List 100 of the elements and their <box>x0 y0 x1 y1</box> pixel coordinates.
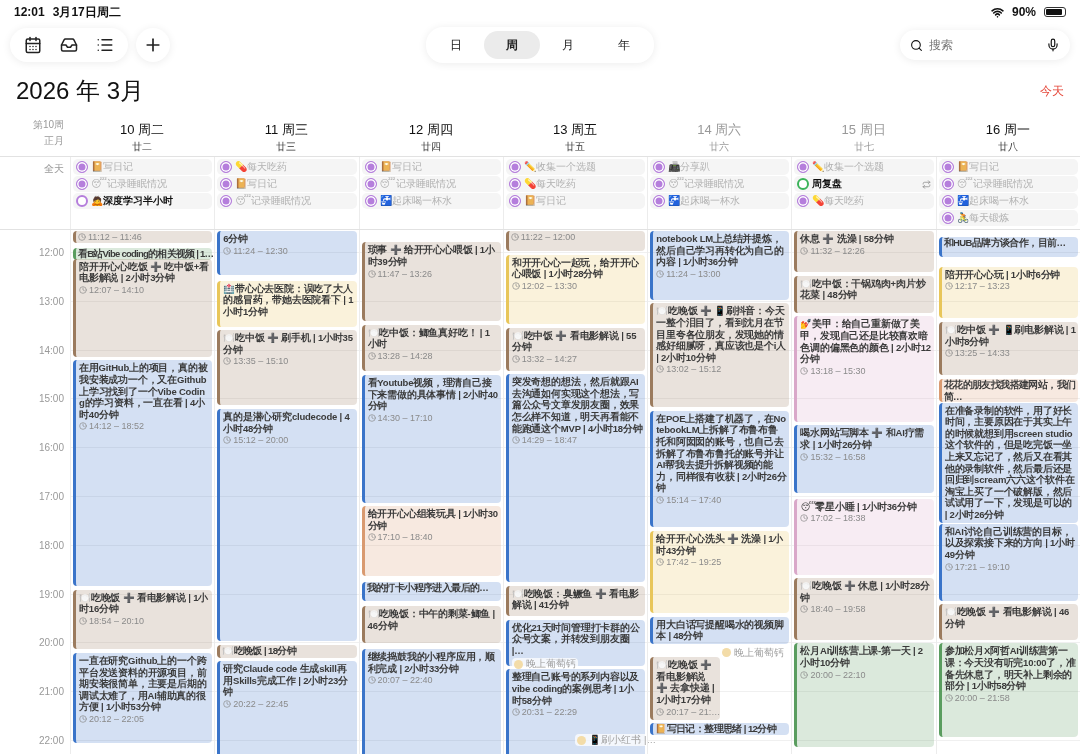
task-checkbox[interactable] <box>364 178 377 190</box>
event-card[interactable]: notebook LM上总结并提炼，然后自己学习再转化为自己的内容 | 1小时36分钟 11:24 – 13:00 <box>650 231 790 300</box>
event-card[interactable]: 🏥带心心去医院：误吃了大人的感冒药，带她去医院看下 | 1小时1分钟 <box>217 280 357 327</box>
event-card[interactable]: 休息 ➕ 洗澡 | 58分钟 11:32 – 12:26 <box>794 231 934 273</box>
view-tab[interactable]: 月 <box>540 31 596 59</box>
event-card[interactable]: 🍽吃晚饭 ➕ 休息 | 1小时28分钟 18:40 – 19:58 <box>794 578 934 640</box>
clock-icon <box>511 436 520 445</box>
event-card[interactable]: 🍽吃中饭 ➕ 📱刷电影解说 | 1小时8分钟 13:25 – 14:33 <box>938 322 1078 376</box>
lunar-date: 廿八 <box>997 139 1018 154</box>
event-card[interactable]: 💅美甲：给自己重新做了美甲，发现自己还是比较喜欢暗色调的偏黑色的颜色 | 2小时12分钟 13:18 – 15:30 <box>794 316 934 422</box>
task-checkbox[interactable] <box>508 178 521 190</box>
task-checkbox[interactable] <box>508 161 521 173</box>
event-card[interactable]: 陪开开心心吃饭 ➕ 吃中饭+看电影解说 | 2小时3分钟 12:07 – 14:10 <box>73 258 213 357</box>
event-title: 和HUB品牌方谈合作，目前… <box>943 236 1066 249</box>
event-card[interactable]: 喝水网站写脚本 ➕ 和AI疗需求 | 1小时26分钟 15:32 – 16:58 <box>794 425 934 494</box>
event-card[interactable]: 继续捣鼓我的小程序应用，顺利完成 | 2小时33分钟 20:07 – 22:40 <box>361 649 501 754</box>
day-date[interactable]: 13 周五 <box>552 120 598 139</box>
event-card[interactable]: 🍽吃晚饭 ➕ 📱刷抖音：今天一整个泪目了，看到沈月在节目里夸各位朋友，发现她的情感好细腻呀，真应该也是个i人 | 2小时10分钟 13:02 – 15:12 <box>650 303 790 408</box>
event-card[interactable]: 🍽吃晚饭：臭鳜鱼 ➕ 看电影解说 | 41分钟 <box>505 585 646 617</box>
event-card[interactable]: 看Youtube视频，理清自己接下来需做的具体事情 | 2小时40分钟 14:30 – 17:10 <box>361 374 501 504</box>
view-tab[interactable]: 周 <box>484 31 540 59</box>
status-date: 3月17日周二 <box>52 3 121 21</box>
event-card[interactable]: 一直在研究Github上的一个跨平台发送资料的开源项目，前期安装很简单，主要是后期的调试太难了，用AI辅助真的很方便 | 1小时53分钟 20:12 – 22:05 <box>73 653 213 743</box>
event-title: 研究Claude code 生成skill再用Skills完成工作 | 2小时23分钟 <box>223 663 349 699</box>
task-checkbox[interactable] <box>941 212 954 224</box>
calendar-icon[interactable] <box>24 36 42 54</box>
task-checkbox[interactable] <box>220 161 233 173</box>
event-card[interactable]: 🍽吃中饭 ➕ 刷手机 | 1小时35分钟 13:35 – 15:10 <box>217 330 357 406</box>
event-card[interactable]: 🍽吃晚饭 ➕ 看电影解说 ➕ 去拿快递 | 1小时17分钟 20:17 – 21:… <box>650 657 720 720</box>
event-card[interactable]: 用大白话写提醒喝水的视频脚本 | 48分钟 <box>650 616 790 644</box>
event-card[interactable]: 琐事 ➕ 给开开心心喂饭 | 1小时39分钟 11:47 – 13:26 <box>361 242 501 321</box>
inbox-icon[interactable] <box>60 36 78 54</box>
clock-icon <box>800 246 809 255</box>
event-time: 20:12 – 22:05 <box>79 713 145 726</box>
hour-label: 14:00 <box>38 344 64 356</box>
clock-icon <box>944 562 953 571</box>
clock-icon <box>79 715 87 724</box>
event-card[interactable]: 🍽吃中饭：鲫鱼真好吃！ | 1小时 13:28 – 14:28 <box>361 324 501 372</box>
task-checkbox[interactable] <box>364 195 377 207</box>
event-title: 🍽吃晚饭 | 18分钟 <box>222 645 297 657</box>
task-checkbox[interactable] <box>941 161 954 173</box>
add-button[interactable] <box>136 28 170 62</box>
event-card[interactable]: 参加松月X阿哲AI训练营第一课：今天没有听完10:00了，准备先休息了，明天补上剩余的部分 | 1小时58分钟 20:00 – 21:58 <box>938 643 1078 738</box>
event-card[interactable]: 🍽吃中饭：干锅鸡肉+肉片炒花菜 | 48分钟 <box>794 275 934 313</box>
task-checkbox[interactable] <box>941 195 954 207</box>
event-title: 真的是潜心研究cludecode | 4小时48分钟 <box>223 411 351 435</box>
event-card[interactable]: 🍽吃晚饭 ➕ 看电影解说 | 1小时16分钟 18:54 – 20:10 <box>73 589 213 650</box>
event-title: 陪开开心心吃饭 ➕ 吃中饭+看电影解说 | 2小时3分钟 <box>79 260 210 284</box>
search-field[interactable]: 搜索 <box>929 36 1040 54</box>
hour-label: 12:00 <box>38 246 64 258</box>
day-date[interactable]: 16 周一 <box>985 120 1030 139</box>
event-card[interactable]: 和AI讨论自己训练营的目标，以及探索接下来的方向 | 1小时49分钟 17:21 – 19:10 <box>938 523 1078 601</box>
view-tab[interactable]: 年 <box>596 31 652 59</box>
event-card[interactable]: 和开开心心一起玩，给开开心心喂饭 | 1小时28分钟 12:02 – 13:30 <box>505 254 646 325</box>
day-date[interactable]: 12 周四 <box>408 120 453 139</box>
task-checkbox[interactable] <box>797 178 810 190</box>
event-title: 继续捣鼓我的小程序应用，顺利完成 | 2小时33分钟 <box>367 651 496 675</box>
event-card[interactable]: 真的是潜心研究cludecode | 4小时48分钟 15:12 – 20:00 <box>217 409 357 642</box>
clock-icon <box>223 700 232 709</box>
task-checkbox[interactable] <box>76 178 88 190</box>
reminder-dot-icon <box>577 735 587 745</box>
event-card[interactable]: 在POE上搭建了机器了，在NotebookLM上拆解了布鲁布鲁托和阿囡囡的账号，也自己去拆解了布鲁布鲁托的账号并让AI帮我去提升拆解视频的能力，同样很有收获 | 2小时26分钟 15:14 – 17:40 <box>650 410 790 528</box>
event-time: 12:02 – 13:30 <box>511 279 577 292</box>
day-date[interactable]: 10 周二 <box>120 120 165 139</box>
list-icon[interactable] <box>96 36 114 54</box>
event-card[interactable]: 给开开心心组装玩具 | 1小时30分钟 17:10 – 18:40 <box>361 505 501 577</box>
all-day-task[interactable]: 🙇深度学习半小时 <box>73 193 213 209</box>
task-checkbox[interactable] <box>76 195 88 207</box>
task-checkbox[interactable] <box>797 161 810 173</box>
status-time: 12:01 <box>14 5 45 19</box>
lunar-date: 廿三 <box>276 139 297 154</box>
event-card[interactable]: 🍽吃晚饭 ➕ 看电影解说 | 46分钟 <box>938 604 1078 640</box>
event-title: 在用GitHub上的项目，真的被我安装成功一个，又在Github上学习找到了一个Vibe Coding的学习资料，一直在看 | 4小时40分钟 <box>79 362 209 421</box>
task-checkbox[interactable] <box>508 195 521 207</box>
event-card[interactable]: 🍽吃晚饭 | 18分钟 <box>217 645 357 658</box>
view-tab[interactable]: 日 <box>428 31 484 59</box>
event-card[interactable]: 和HUB品牌方谈合作，目前… <box>938 236 1078 258</box>
event-card[interactable]: 🍽吃晚饭：中午的剩菜-鲫鱼 | 46分钟 <box>361 605 501 643</box>
event-card[interactable]: 我的打卡小程序进入最后的… <box>361 581 501 601</box>
today-button[interactable]: 今天 <box>1040 82 1064 100</box>
task-checkbox[interactable] <box>941 178 954 190</box>
task-checkbox[interactable] <box>76 161 88 173</box>
day-date[interactable]: 11 周三 <box>264 120 308 139</box>
event-card[interactable]: 陪开开心心玩 | 1小时6分钟 12:17 – 13:23 <box>938 266 1078 319</box>
event-card[interactable]: 🍽吃中饭 ➕ 看电影解说 | 55分钟 13:32 – 14:27 <box>505 327 646 371</box>
task-checkbox[interactable] <box>797 195 810 207</box>
clock-icon <box>223 357 232 366</box>
task-checkbox[interactable] <box>220 178 233 190</box>
event-card[interactable]: 6分钟 11:24 – 12:30 <box>217 231 357 276</box>
event-card[interactable]: 在用GitHub上的项目，真的被我安装成功一个，又在Github上学习找到了一个Vibe Coding的学习资料，一直在看 | 4小时40分钟 14:12 – 18:52 <box>73 360 213 587</box>
event-card[interactable]: 松月AI训练营上课-第一天 | 2小时10分钟 20:00 – 22:10 <box>794 643 934 748</box>
task-checkbox[interactable] <box>364 161 377 173</box>
microphone-icon[interactable] <box>1046 38 1060 52</box>
lunar-date: 廿四 <box>420 139 441 154</box>
event-card[interactable]: 研究Claude code 生成skill再用Skills完成工作 | 2小时23分钟 20:22 – 22:45 <box>217 661 357 754</box>
event-card[interactable]: 😴零星小睡 | 1小时36分钟 17:02 – 18:38 <box>794 498 934 575</box>
event-card[interactable]: 突发奇想的想法，然后就跟AI去沟通如何实现这个想法，写篇公众号文章发朋友圈，效果怎么样不知道，明天再看能不能跑通这个MVP | 4小时18分钟 14:29 – 18:47 <box>505 374 646 582</box>
event-card[interactable]: 给开开心心洗头 ➕ 洗澡 | 1小时43分钟 17:42 – 19:25 <box>650 531 790 613</box>
event-time: 20:17 – 21:… <box>656 705 721 718</box>
all-day-task[interactable]: 周复盘 <box>794 176 934 192</box>
